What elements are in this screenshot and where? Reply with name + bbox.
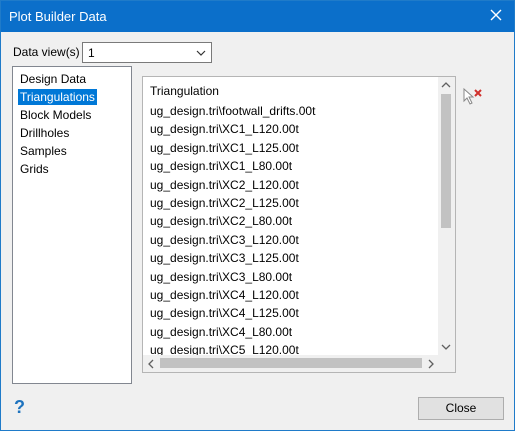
remove-selection-icon[interactable] [462,86,484,106]
scroll-left-icon[interactable] [147,359,155,369]
triangulation-item[interactable]: ug_design.tri\footwall_drifts.00t [150,103,315,119]
triangulation-item[interactable]: ug_design.tri\XC3_L125.00t [150,250,299,266]
category-item[interactable]: Grids [18,161,51,177]
category-item[interactable]: Triangulations [18,89,97,105]
scroll-corner [438,355,455,372]
chevron-down-icon [196,50,206,56]
horizontal-scroll-thumb[interactable] [160,358,422,368]
triangulation-item[interactable]: ug_design.tri\XC1_L125.00t [150,140,299,156]
dialog-window: Plot Builder Data Data view(s) 1 Design … [0,0,515,431]
triangulation-item[interactable]: ug_design.tri\XC1_L120.00t [150,121,299,137]
vertical-scroll-thumb[interactable] [441,94,451,228]
category-list[interactable]: Design Data Triangulations Block Models Dri… [12,66,132,384]
horizontal-scrollbar[interactable] [143,355,439,372]
close-window-icon[interactable] [488,7,504,23]
triangulation-item[interactable]: ug_design.tri\XC2_L125.00t [150,195,299,211]
category-item[interactable]: Drillholes [18,125,71,141]
scroll-down-icon[interactable] [441,343,451,351]
data-view-value: 1 [88,46,95,60]
category-item[interactable]: Samples [18,143,69,159]
triangulation-item[interactable]: ug_design.tri\XC4_L125.00t [150,305,299,321]
triangulation-item[interactable]: ug_design.tri\XC3_L120.00t [150,232,299,248]
help-icon[interactable]: ? [14,397,32,417]
data-view-select[interactable]: 1 [82,42,212,63]
triangulation-item[interactable]: ug_design.tri\XC4_L120.00t [150,287,299,303]
window-title: Plot Builder Data [9,9,107,24]
triangulation-panel: Triangulation ug_design.tri\footwall_dri… [142,76,456,373]
close-button[interactable]: Close [418,397,504,420]
triangulation-item[interactable]: ug_design.tri\XC1_L80.00t [150,158,292,174]
title-bar: Plot Builder Data [1,1,514,32]
panel-header: Triangulation [150,84,219,98]
triangulation-item[interactable]: ug_design.tri\XC4_L80.00t [150,324,292,340]
scroll-right-icon[interactable] [427,359,435,369]
scroll-up-icon[interactable] [441,81,451,89]
triangulation-item[interactable]: ug_design.tri\XC2_L120.00t [150,177,299,193]
category-item[interactable]: Block Models [18,107,93,123]
triangulation-item[interactable]: ug_design.tri\XC3_L80.00t [150,269,292,285]
triangulation-item[interactable]: ug_design.tri\XC2_L80.00t [150,213,292,229]
data-view-label: Data view(s) [13,45,80,59]
vertical-scrollbar[interactable] [438,77,455,355]
category-item[interactable]: Design Data [18,71,88,87]
